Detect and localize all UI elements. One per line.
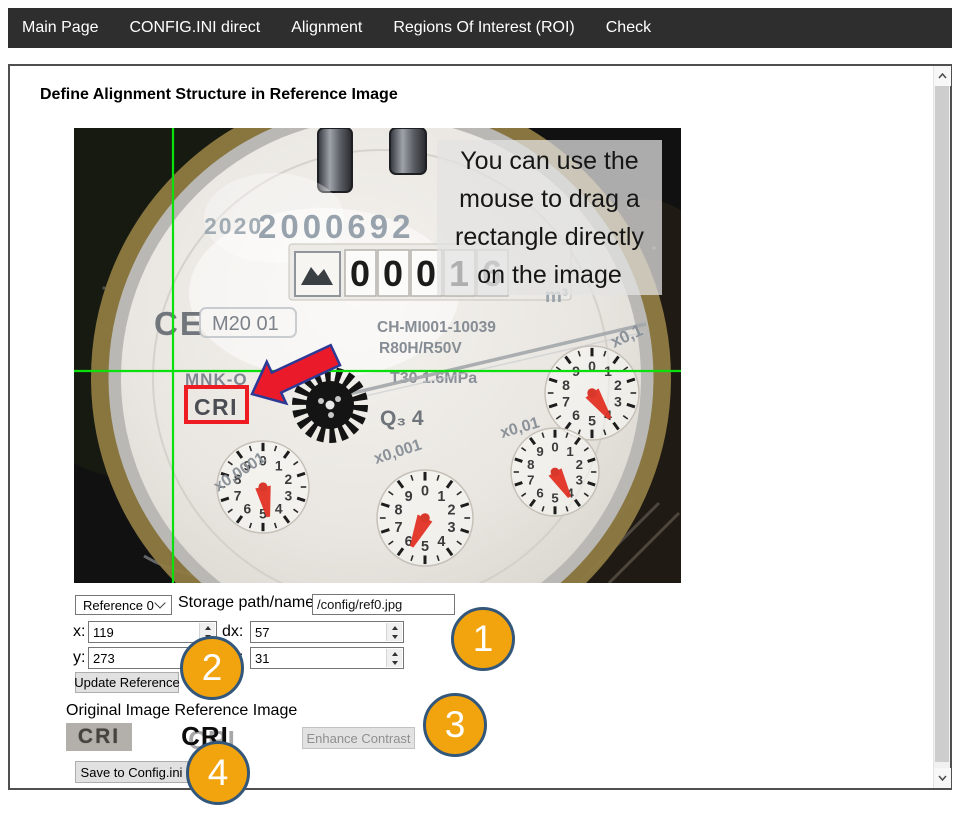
svg-text:6: 6 — [536, 485, 543, 500]
storage-path-label: Storage path/name: — [178, 594, 319, 612]
dx-spinner[interactable] — [386, 623, 402, 641]
svg-text:CE: CE — [154, 305, 204, 342]
svg-text:0: 0 — [383, 253, 403, 294]
svg-text:0: 0 — [416, 253, 436, 294]
dial-x0-01: 0123456789 — [511, 428, 599, 516]
nav-roi[interactable]: Regions Of Interest (ROI) — [393, 19, 574, 37]
scroll-down-button[interactable] — [934, 768, 951, 788]
dial-x0-001: 0123456789 — [377, 470, 473, 566]
svg-text:7: 7 — [527, 473, 534, 488]
x-label: x: — [73, 623, 85, 641]
dy-spinner[interactable] — [386, 649, 402, 667]
thumbs-caption: Original Image Reference Image — [66, 702, 297, 720]
svg-text:2: 2 — [614, 377, 622, 393]
svg-text:9: 9 — [536, 444, 543, 459]
nav-alignment[interactable]: Alignment — [291, 19, 362, 37]
reference-image-label: Reference Image — [175, 702, 298, 719]
svg-text:0: 0 — [350, 253, 370, 294]
reference-image-canvas[interactable]: 2020 2000692 0 0 0 1 6 m³ — [74, 128, 681, 583]
svg-text:5: 5 — [421, 539, 429, 555]
svg-text:4: 4 — [275, 502, 283, 517]
svg-text:R80H/R50V: R80H/R50V — [379, 340, 462, 357]
svg-text:7: 7 — [234, 488, 242, 503]
step-badge-4: 4 — [186, 741, 250, 805]
svg-text:4: 4 — [437, 534, 445, 550]
top-nav: Main Page CONFIG.INI direct Alignment Re… — [8, 8, 952, 48]
storage-path-input[interactable] — [312, 594, 455, 615]
chevron-down-icon — [154, 597, 165, 608]
original-image-thumb: CRI — [66, 723, 132, 751]
svg-text:8: 8 — [527, 457, 534, 472]
content-frame: Define Alignment Structure in Reference … — [8, 64, 952, 790]
svg-text:Q₃ 4: Q₃ 4 — [380, 407, 424, 430]
svg-text:7: 7 — [562, 394, 570, 410]
drag-hint-overlay: You can use the mouse to drag a rectangl… — [437, 140, 662, 295]
svg-text:1: 1 — [566, 444, 573, 459]
svg-text:9: 9 — [405, 489, 413, 505]
svg-text:2: 2 — [447, 503, 455, 519]
svg-text:3: 3 — [447, 520, 455, 536]
svg-text:2: 2 — [285, 472, 293, 487]
step-badge-2: 2 — [180, 636, 244, 700]
svg-text:0: 0 — [551, 439, 558, 454]
scroll-up-button[interactable] — [934, 66, 951, 86]
meter-serial-prefix: 2020 — [204, 213, 263, 239]
svg-text:8: 8 — [562, 377, 570, 393]
step-badge-1: 1 — [451, 607, 515, 671]
svg-text:8: 8 — [395, 503, 403, 519]
nav-main-page[interactable]: Main Page — [22, 19, 99, 37]
enhance-contrast-button[interactable]: Enhance Contrast — [302, 727, 415, 749]
svg-text:2: 2 — [576, 457, 583, 472]
scrollbar-thumb[interactable] — [935, 86, 949, 762]
original-image-label: Original Image — [66, 702, 170, 719]
svg-text:3: 3 — [576, 473, 583, 488]
svg-text:M20 01: M20 01 — [212, 313, 279, 335]
update-reference-button[interactable]: Update Reference — [75, 672, 179, 693]
nav-config-ini[interactable]: CONFIG.INI direct — [130, 19, 261, 37]
save-to-config-button[interactable]: Save to Config.ini — [75, 761, 188, 783]
dx-input[interactable] — [250, 621, 404, 643]
nav-check[interactable]: Check — [606, 19, 651, 37]
svg-text:6: 6 — [572, 407, 580, 423]
step-badge-3: 3 — [423, 693, 487, 757]
svg-text:5: 5 — [551, 490, 558, 505]
dy-input[interactable] — [250, 647, 404, 669]
svg-text:CH-MI001-10039: CH-MI001-10039 — [377, 319, 496, 336]
scrollbar[interactable] — [933, 66, 950, 788]
svg-text:0: 0 — [421, 483, 429, 499]
svg-text:1: 1 — [437, 489, 445, 505]
svg-text:6: 6 — [243, 502, 251, 517]
meter-serial: 2000692 — [258, 208, 414, 245]
reference-select[interactable]: Reference 0 — [75, 595, 172, 615]
page-title: Define Alignment Structure in Reference … — [40, 86, 398, 104]
alignment-marker-text: CRI — [194, 394, 238, 420]
svg-text:3: 3 — [614, 394, 622, 410]
y-label: y: — [73, 649, 85, 667]
svg-text:3: 3 — [285, 488, 293, 503]
svg-text:7: 7 — [395, 520, 403, 536]
svg-text:5: 5 — [588, 412, 596, 428]
svg-text:1: 1 — [275, 458, 283, 473]
dial-x0-1: 0123456789 — [545, 346, 639, 440]
